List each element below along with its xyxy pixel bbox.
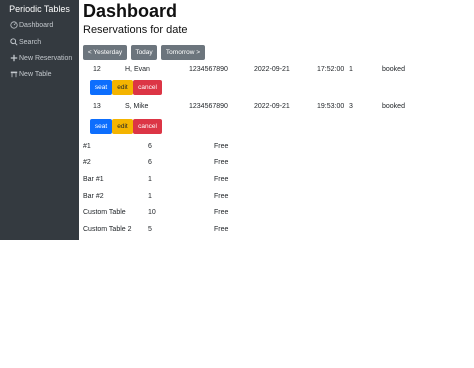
seat-button[interactable]: seat bbox=[90, 119, 112, 134]
cancel-button[interactable]: cancel bbox=[133, 119, 162, 134]
table-status: Free bbox=[214, 143, 229, 150]
table-name: Bar #2 bbox=[83, 193, 104, 200]
sidebar-item-new-reservation[interactable]: New Reservation bbox=[10, 52, 72, 64]
sidebar-item-label: Dashboard bbox=[19, 21, 54, 29]
table-status: Free bbox=[214, 176, 229, 183]
table-status: Free bbox=[214, 209, 229, 216]
reservation-phone: 1234567890 bbox=[189, 103, 228, 110]
reservation-name: S, Mike bbox=[125, 103, 149, 110]
reservation-date: 2022-09-21 bbox=[254, 66, 290, 73]
sidebar-item-label: New Table bbox=[19, 70, 52, 78]
table-capacity: 1 bbox=[148, 176, 152, 183]
reservation-people: 3 bbox=[349, 103, 353, 110]
sidebar-item-search[interactable]: Search bbox=[10, 36, 41, 48]
dashboard-icon bbox=[10, 21, 18, 29]
sidebar-item-label: Search bbox=[19, 38, 42, 46]
reservation-time: 19:53:00 bbox=[317, 103, 345, 110]
reservation-id: 12 bbox=[93, 66, 101, 73]
seat-button[interactable]: seat bbox=[90, 80, 112, 95]
reservation-status: booked bbox=[382, 103, 405, 110]
table-status: Free bbox=[214, 159, 229, 166]
table-name: #2 bbox=[83, 159, 91, 166]
reservation-date: 2022-09-21 bbox=[254, 103, 290, 110]
table-capacity: 5 bbox=[148, 226, 152, 233]
reservation-id: 13 bbox=[93, 103, 101, 110]
previous-day-button[interactable]: < Yesterday bbox=[83, 45, 127, 60]
next-day-button[interactable]: Tomorrow > bbox=[161, 45, 205, 60]
reservation-time: 17:52:00 bbox=[317, 66, 345, 73]
sidebar-item-dashboard[interactable]: Dashboard bbox=[10, 19, 53, 31]
table-name: Custom Table 2 bbox=[83, 226, 132, 233]
plus-icon bbox=[10, 54, 18, 62]
reservation-status: booked bbox=[382, 66, 405, 73]
table-capacity: 1 bbox=[148, 193, 152, 200]
edit-button[interactable]: edit bbox=[112, 80, 133, 95]
table-name: Custom Table bbox=[83, 209, 126, 216]
table-name: Bar #1 bbox=[83, 176, 104, 183]
sidebar: Periodic Tables Dashboard Search New Res… bbox=[0, 0, 79, 240]
table-capacity: 6 bbox=[148, 159, 152, 166]
table-capacity: 6 bbox=[148, 143, 152, 150]
page-subtitle: Reservations for date bbox=[83, 24, 188, 36]
table-capacity: 10 bbox=[148, 209, 156, 216]
cancel-button[interactable]: cancel bbox=[133, 80, 162, 95]
search-icon bbox=[10, 38, 18, 46]
sidebar-item-label: New Reservation bbox=[19, 54, 73, 62]
table-status: Free bbox=[214, 193, 229, 200]
brand-title[interactable]: Periodic Tables bbox=[0, 4, 79, 14]
reservation-name: H, Evan bbox=[125, 66, 150, 73]
table-icon bbox=[10, 70, 18, 78]
reservation-phone: 1234567890 bbox=[189, 66, 228, 73]
page-title: Dashboard bbox=[83, 1, 178, 21]
table-name: #1 bbox=[83, 143, 91, 150]
table-status: Free bbox=[214, 226, 229, 233]
reservation-people: 1 bbox=[349, 66, 353, 73]
today-button[interactable]: Today bbox=[131, 45, 157, 60]
edit-button[interactable]: edit bbox=[112, 119, 133, 134]
sidebar-item-new-table[interactable]: New Table bbox=[10, 68, 52, 80]
